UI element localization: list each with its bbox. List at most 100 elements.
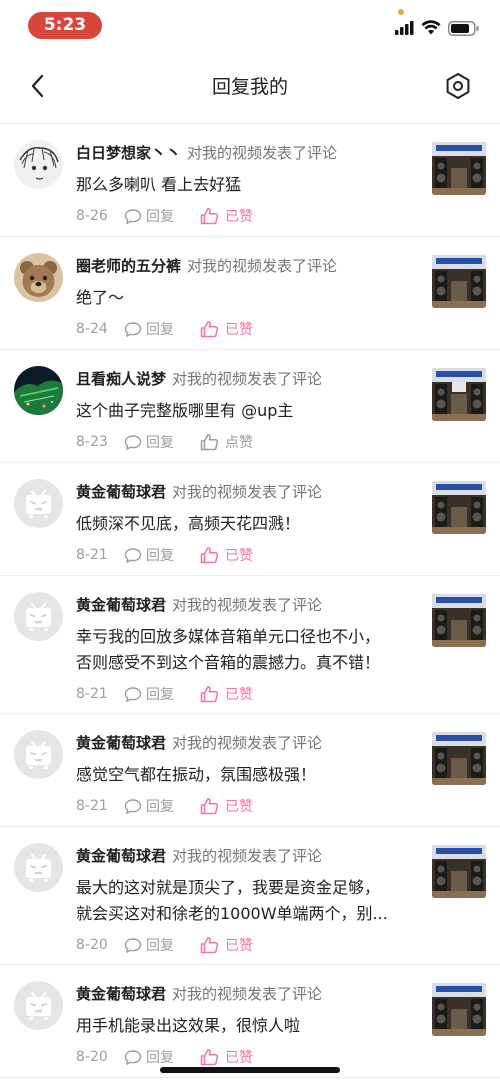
comment-header: 黄金葡萄球君 对我的视频发表了评论 <box>76 983 322 1004</box>
avatar[interactable] <box>14 592 63 641</box>
like-button[interactable]: 已赞 <box>200 684 253 704</box>
like-label: 已赞 <box>225 548 253 564</box>
comment-meta: 8-21 回复 已赞 <box>76 796 253 816</box>
reply-button[interactable]: 回复 <box>124 206 174 226</box>
reply-button[interactable]: 回复 <box>124 935 174 955</box>
reply-label: 回复 <box>146 938 174 954</box>
comment-header: 白日梦想家丶丶 对我的视频发表了评论 <box>76 142 337 163</box>
comment-header: 且看痴人说梦 对我的视频发表了评论 <box>76 368 322 389</box>
comment-text[interactable]: 感觉空气都在振动，氛围感极强！ <box>76 762 416 788</box>
like-label: 已赞 <box>225 799 253 815</box>
signal-icon <box>395 21 414 35</box>
username[interactable]: 白日梦想家丶丶 <box>76 144 181 162</box>
like-label: 已赞 <box>225 687 253 703</box>
comment-text[interactable]: 用手机能录出这效果，很惊人啦 <box>76 1013 416 1039</box>
reply-icon <box>124 434 142 450</box>
video-thumbnail[interactable] <box>432 845 486 898</box>
comment-meta: 8-21 回复 已赞 <box>76 684 253 704</box>
comment-action: 对我的视频发表了评论 <box>187 257 338 275</box>
video-thumbnail[interactable] <box>432 983 486 1036</box>
home-indicator <box>160 1067 340 1073</box>
comment-item[interactable]: 黄金葡萄球君 对我的视频发表了评论 低频深不见底，高频天花四溅！ 8-21 回复 已赞 <box>0 463 500 576</box>
username[interactable]: 黄金葡萄球君 <box>76 847 166 865</box>
reply-button[interactable]: 回复 <box>124 432 174 452</box>
avatar[interactable] <box>14 981 63 1030</box>
comment-meta: 8-20 回复 已赞 <box>76 1047 253 1067</box>
comment-item[interactable]: 白日梦想家丶丶 对我的视频发表了评论 那么多喇叭 看上去好猛 8-26 回复 已赞 <box>0 124 500 237</box>
thumbs-up-icon <box>200 1049 219 1066</box>
comment-text-line: 幸亏我的回放多媒体音箱单元口径也不小， <box>76 627 381 646</box>
reply-icon <box>124 547 142 563</box>
comment-text-line: 用手机能录出这效果，很惊人啦 <box>76 1016 301 1035</box>
username[interactable]: 黄金葡萄球君 <box>76 483 166 501</box>
avatar[interactable] <box>14 843 63 892</box>
comment-item[interactable]: 黄金葡萄球君 对我的视频发表了评论幸亏我的回放多媒体音箱单元口径也不小， 否则感受不… <box>0 576 500 714</box>
thumbs-up-icon <box>200 434 219 451</box>
comment-meta: 8-21 回复 已赞 <box>76 545 253 565</box>
reply-button[interactable]: 回复 <box>124 319 174 339</box>
thumbs-up-icon <box>200 208 219 225</box>
avatar[interactable] <box>14 366 63 415</box>
like-label: 已赞 <box>225 1050 253 1066</box>
comment-date: 8-21 <box>76 686 108 702</box>
reply-icon <box>124 1049 142 1065</box>
video-thumbnail[interactable] <box>432 594 486 647</box>
thumbs-up-icon <box>200 321 219 338</box>
comment-text-line: 绝了～ <box>76 288 125 307</box>
like-button[interactable]: 已赞 <box>200 319 253 339</box>
avatar[interactable] <box>14 140 63 189</box>
reply-label: 回复 <box>146 322 174 338</box>
comment-text[interactable]: 幸亏我的回放多媒体音箱单元口径也不小， 否则感受不到这个音箱的震撼力。真不错！ <box>76 624 416 676</box>
comment-text[interactable]: 最大的这对就是顶尖了，我要是资金足够， 就会买这对和徐老的1000W单端两个，别.… <box>76 875 416 927</box>
like-button[interactable]: 已赞 <box>200 796 253 816</box>
reply-button[interactable]: 回复 <box>124 796 174 816</box>
like-button[interactable]: 已赞 <box>200 545 253 565</box>
avatar[interactable] <box>14 730 63 779</box>
thumbs-up-icon <box>200 937 219 954</box>
comment-action: 对我的视频发表了评论 <box>172 370 323 388</box>
comment-item[interactable]: 黄金葡萄球君 对我的视频发表了评论最大的这对就是顶尖了，我要是资金足够， 就会买这对… <box>0 827 500 965</box>
thumbs-up-icon <box>200 686 219 703</box>
video-thumbnail[interactable] <box>432 732 486 785</box>
comment-text[interactable]: 那么多喇叭 看上去好猛 <box>76 172 416 198</box>
like-button[interactable]: 点赞 <box>200 432 253 452</box>
comment-header: 黄金葡萄球君 对我的视频发表了评论 <box>76 732 322 753</box>
username[interactable]: 圈老师的五分裤 <box>76 257 181 275</box>
video-thumbnail[interactable] <box>432 481 486 534</box>
like-button[interactable]: 已赞 <box>200 206 253 226</box>
reply-icon <box>124 321 142 337</box>
settings-button[interactable] <box>442 70 474 102</box>
reply-button[interactable]: 回复 <box>124 684 174 704</box>
video-thumbnail[interactable] <box>432 368 486 421</box>
username[interactable]: 黄金葡萄球君 <box>76 985 166 1003</box>
comment-text[interactable]: 这个曲子完整版哪里有 @up主 <box>76 398 416 424</box>
privacy-indicator-dot <box>398 9 404 15</box>
comment-item[interactable]: 黄金葡萄球君 对我的视频发表了评论 用手机能录出这效果，很惊人啦 8-20 回复 已赞 <box>0 965 500 1078</box>
comment-header: 圈老师的五分裤 对我的视频发表了评论 <box>76 255 337 276</box>
video-thumbnail[interactable] <box>432 255 486 308</box>
username[interactable]: 且看痴人说梦 <box>76 370 166 388</box>
status-bar: 5:23 <box>0 0 500 50</box>
comment-item[interactable]: 且看痴人说梦 对我的视频发表了评论 这个曲子完整版哪里有 @up主 8-23 回复 点赞 <box>0 350 500 463</box>
like-button[interactable]: 已赞 <box>200 1047 253 1067</box>
like-button[interactable]: 已赞 <box>200 935 253 955</box>
username[interactable]: 黄金葡萄球君 <box>76 734 166 752</box>
comment-date: 8-20 <box>76 937 108 953</box>
comment-header: 黄金葡萄球君 对我的视频发表了评论 <box>76 845 322 866</box>
comment-action: 对我的视频发表了评论 <box>172 985 323 1003</box>
reply-button[interactable]: 回复 <box>124 1047 174 1067</box>
comment-text-line: 最大的这对就是顶尖了，我要是资金足够， <box>76 878 381 897</box>
comment-item[interactable]: 黄金葡萄球君 对我的视频发表了评论 感觉空气都在振动，氛围感极强！ 8-21 回复 已赞 <box>0 714 500 827</box>
comment-text-line: 低频深不见底，高频天花四溅！ <box>76 514 301 533</box>
comment-text[interactable]: 绝了～ <box>76 285 416 311</box>
comment-item[interactable]: 圈老师的五分裤 对我的视频发表了评论 绝了～ 8-24 回复 已赞 <box>0 237 500 350</box>
reply-button[interactable]: 回复 <box>124 545 174 565</box>
comment-meta: 8-26 回复 已赞 <box>76 206 253 226</box>
avatar[interactable] <box>14 253 63 302</box>
reply-label: 回复 <box>146 799 174 815</box>
avatar[interactable] <box>14 479 63 528</box>
video-thumbnail[interactable] <box>432 142 486 195</box>
comment-text[interactable]: 低频深不见底，高频天花四溅！ <box>76 511 416 537</box>
username[interactable]: 黄金葡萄球君 <box>76 596 166 614</box>
comment-action: 对我的视频发表了评论 <box>172 596 323 614</box>
